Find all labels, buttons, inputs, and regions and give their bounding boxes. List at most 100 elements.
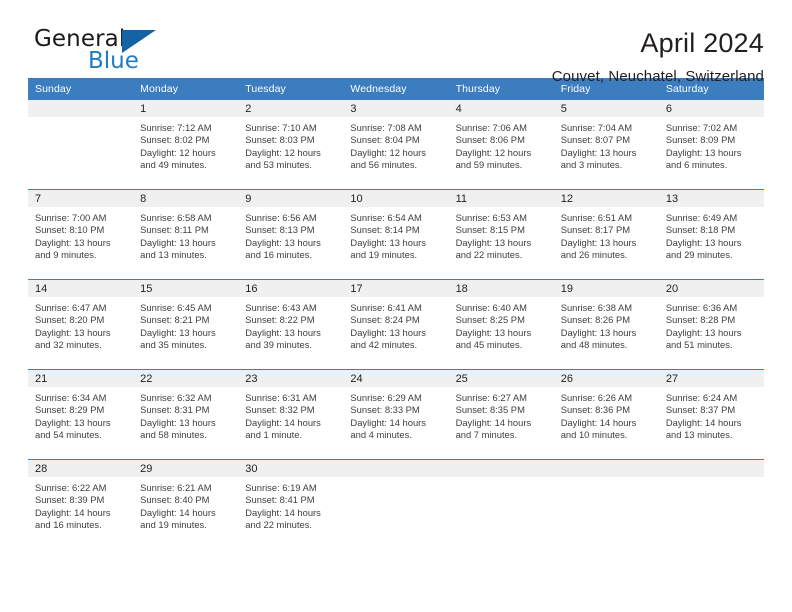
daylight-duration-line2: and 42 minutes. [350,339,418,351]
calendar-day-cell[interactable]: 23 Sunrise: 6:31 AM Sunset: 8:32 PM Dayligh… [238,370,344,459]
day-number: 25 [448,370,554,387]
calendar-day-cell[interactable]: 12 Sunrise: 6:51 AM Sunset: 8:17 PM Dayligh… [553,190,659,279]
calendar-day-cell[interactable]: 18 Sunrise: 6:40 AM Sunset: 8:25 PM Dayligh… [448,280,554,369]
day-number: 27 [658,370,764,387]
day-details: Sunrise: 6:22 AM Sunset: 8:39 PM Daylight:… [28,477,133,532]
sunrise-time: Sunrise: 6:22 AM [35,482,107,493]
daylight-duration-line2: and 59 minutes. [455,159,523,171]
day-number: 4 [448,100,554,117]
logo-text-blue: Blue [88,48,139,74]
day-details: Sunrise: 7:00 AM Sunset: 8:10 PM Daylight:… [28,207,133,262]
daylight-duration-line2: and 29 minutes. [665,249,733,261]
calendar-day-cell[interactable]: 15 Sunrise: 6:45 AM Sunset: 8:21 PM Dayligh… [133,280,239,369]
daylight-duration-line1: Daylight: 13 hours [140,236,216,248]
calendar-page: General Blue April 2024 Couvet, Neuchate… [0,0,792,612]
calendar-day-cell-empty [553,460,659,549]
day-details [449,477,554,482]
daylight-duration-line2: and 56 minutes. [350,159,418,171]
day-details: Sunrise: 6:43 AM Sunset: 8:22 PM Daylight:… [238,297,343,352]
calendar-day-cell[interactable]: 30 Sunrise: 6:19 AM Sunset: 8:41 PM Dayligh… [238,460,344,549]
daylight-duration-line1: Daylight: 14 hours [455,416,532,428]
calendar-day-cell[interactable]: 24 Sunrise: 6:29 AM Sunset: 8:33 PM Dayligh… [343,370,449,459]
day-details: Sunrise: 6:34 AM Sunset: 8:29 PM Daylight:… [28,387,133,442]
day-details: Sunrise: 6:19 AM Sunset: 8:41 PM Daylight:… [238,477,343,532]
sunrise-time: Sunrise: 6:49 AM [665,212,738,223]
calendar-day-cell[interactable]: 6 Sunrise: 7:02 AM Sunset: 8:09 PM Daylight… [658,100,764,189]
calendar-day-cell[interactable]: 28 Sunrise: 6:22 AM Sunset: 8:39 PM Dayligh… [28,460,134,549]
day-number [658,460,764,477]
calendar-day-cell[interactable]: 1 Sunrise: 7:12 AM Sunset: 8:02 PM Daylight… [133,100,239,189]
sunset-time: Sunset: 8:11 PM [140,224,209,236]
calendar-day-cell[interactable]: 4 Sunrise: 7:06 AM Sunset: 8:06 PM Daylight… [448,100,554,189]
calendar-day-cell[interactable]: 5 Sunrise: 7:04 AM Sunset: 8:07 PM Daylight… [553,100,659,189]
sunset-time: Sunset: 8:21 PM [140,314,210,326]
sunrise-time: Sunrise: 7:08 AM [350,122,422,133]
calendar-day-cell-empty [448,460,554,549]
daylight-duration-line2: and 4 minutes. [350,429,412,441]
day-details: Sunrise: 6:32 AM Sunset: 8:31 PM Daylight:… [133,387,238,442]
calendar-day-cell[interactable]: 13 Sunrise: 6:49 AM Sunset: 8:18 PM Dayligh… [658,190,764,279]
month-calendar: Sunday Monday Tuesday Wednesday Thursday Frid… [28,78,764,549]
day-details: Sunrise: 6:29 AM Sunset: 8:33 PM Daylight:… [343,387,448,442]
daylight-duration-line2: and 19 minutes. [140,519,207,531]
calendar-day-cell[interactable]: 14 Sunrise: 6:47 AM Sunset: 8:20 PM Dayligh… [28,280,134,369]
calendar-day-cell[interactable]: 19 Sunrise: 6:38 AM Sunset: 8:26 PM Dayligh… [553,280,659,369]
day-number: 19 [553,280,659,297]
day-number: 5 [553,100,659,117]
calendar-day-cell[interactable]: 9 Sunrise: 6:56 AM Sunset: 8:13 PM Daylight… [238,190,344,279]
day-details: Sunrise: 6:27 AM Sunset: 8:35 PM Daylight:… [449,387,554,442]
day-details: Sunrise: 6:24 AM Sunset: 8:37 PM Daylight:… [659,387,764,442]
daylight-duration-line2: and 54 minutes. [35,429,102,441]
daylight-duration-line1: Daylight: 13 hours [35,236,111,248]
calendar-day-cell[interactable]: 16 Sunrise: 6:43 AM Sunset: 8:22 PM Dayligh… [238,280,344,369]
sunrise-time: Sunrise: 6:40 AM [455,302,527,313]
sunset-time: Sunset: 8:10 PM [35,224,105,236]
day-details: Sunrise: 7:04 AM Sunset: 8:07 PM Daylight:… [554,117,659,172]
day-number: 10 [343,190,449,207]
day-number: 15 [133,280,239,297]
calendar-day-cell[interactable]: 22 Sunrise: 6:32 AM Sunset: 8:31 PM Dayligh… [133,370,239,459]
daylight-duration-line1: Daylight: 14 hours [245,506,321,518]
calendar-day-cell[interactable]: 27 Sunrise: 6:24 AM Sunset: 8:37 PM Dayligh… [658,370,764,459]
sunrise-time: Sunrise: 6:29 AM [350,392,422,403]
sunset-time: Sunset: 8:14 PM [350,224,420,236]
day-details: Sunrise: 6:49 AM Sunset: 8:18 PM Daylight:… [659,207,764,262]
daylight-duration-line2: and 3 minutes. [560,159,623,171]
calendar-day-cell[interactable]: 25 Sunrise: 6:27 AM Sunset: 8:35 PM Dayligh… [448,370,554,459]
calendar-day-cell[interactable]: 3 Sunrise: 7:08 AM Sunset: 8:04 PM Daylight… [343,100,449,189]
calendar-day-cell[interactable]: 17 Sunrise: 6:41 AM Sunset: 8:24 PM Dayligh… [343,280,449,369]
daylight-duration-line2: and 49 minutes. [140,159,207,171]
daylight-duration-line1: Daylight: 13 hours [560,326,637,338]
sunset-time: Sunset: 8:35 PM [455,404,525,416]
day-number: 30 [238,460,344,477]
calendar-day-cell[interactable]: 26 Sunrise: 6:26 AM Sunset: 8:36 PM Dayligh… [553,370,659,459]
day-number: 11 [448,190,554,207]
calendar-day-cell[interactable]: 7 Sunrise: 7:00 AM Sunset: 8:10 PM Daylight… [28,190,134,279]
general-blue-logo[interactable]: General Blue [28,26,208,82]
day-details: Sunrise: 6:47 AM Sunset: 8:20 PM Daylight:… [28,297,133,352]
sunset-time: Sunset: 8:36 PM [560,404,631,416]
daylight-duration-line2: and 45 minutes. [455,339,523,351]
sunset-time: Sunset: 8:40 PM [140,494,210,506]
day-details: Sunrise: 7:08 AM Sunset: 8:04 PM Daylight:… [343,117,448,172]
calendar-day-cell[interactable]: 29 Sunrise: 6:21 AM Sunset: 8:40 PM Dayligh… [133,460,239,549]
daylight-duration-line2: and 16 minutes. [35,519,102,531]
calendar-day-cell[interactable]: 21 Sunrise: 6:34 AM Sunset: 8:29 PM Dayligh… [28,370,134,459]
day-number: 28 [28,460,134,477]
daylight-duration-line2: and 1 minute. [245,429,303,441]
day-number: 16 [238,280,344,297]
daylight-duration-line2: and 51 minutes. [665,339,733,351]
calendar-day-cell[interactable]: 11 Sunrise: 6:53 AM Sunset: 8:15 PM Dayligh… [448,190,554,279]
day-details [343,477,448,482]
calendar-day-cell[interactable]: 8 Sunrise: 6:58 AM Sunset: 8:11 PM Daylight… [133,190,239,279]
sunset-time: Sunset: 8:24 PM [350,314,420,326]
calendar-day-cell[interactable]: 10 Sunrise: 6:54 AM Sunset: 8:14 PM Dayligh… [343,190,449,279]
sunset-time: Sunset: 8:18 PM [665,224,736,236]
day-details: Sunrise: 6:58 AM Sunset: 8:11 PM Daylight:… [133,207,238,262]
daylight-duration-line2: and 13 minutes. [140,249,207,261]
calendar-day-cell[interactable]: 2 Sunrise: 7:10 AM Sunset: 8:03 PM Daylight… [238,100,344,189]
daylight-duration-line1: Daylight: 13 hours [665,326,742,338]
title-block: April 2024 Couvet, Neuchatel, Switzerlan… [552,26,764,85]
day-details [659,477,764,482]
calendar-day-cell[interactable]: 20 Sunrise: 6:36 AM Sunset: 8:28 PM Dayligh… [658,280,764,369]
